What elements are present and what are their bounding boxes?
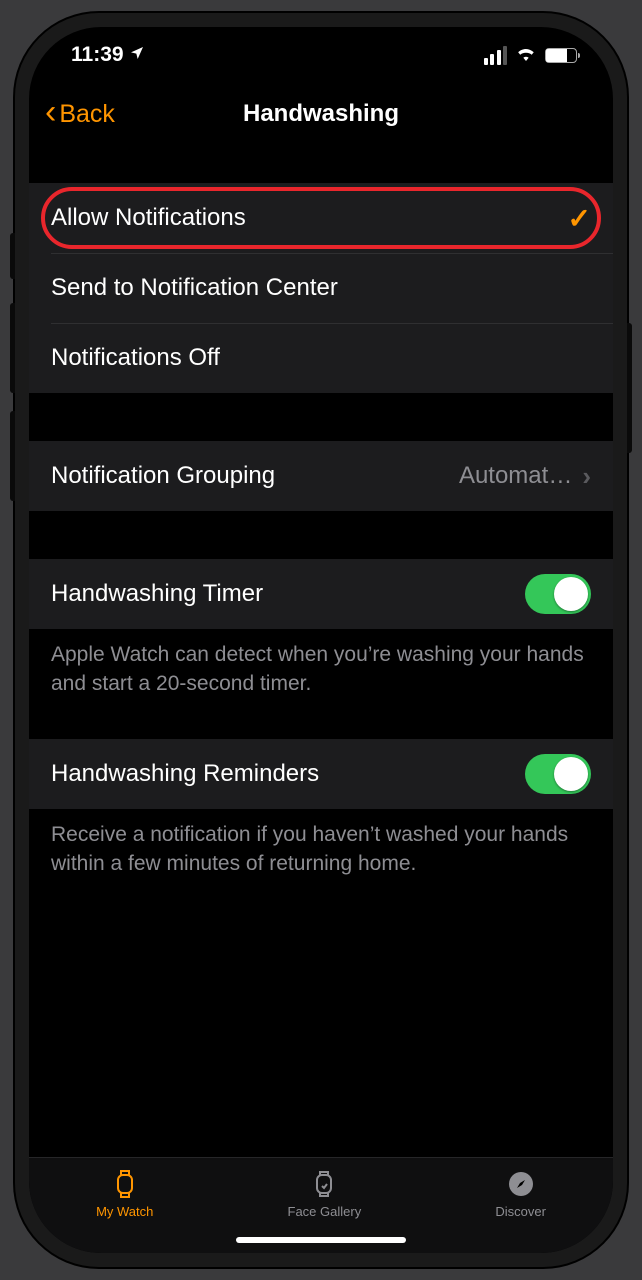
tab-label: My Watch xyxy=(96,1204,153,1219)
handwashing-timer-group: Handwashing Timer xyxy=(29,559,613,629)
page-title: Handwashing xyxy=(243,100,399,128)
toggle-switch[interactable] xyxy=(525,574,591,614)
handwashing-reminders-footer: Receive a notification if you haven’t wa… xyxy=(29,809,613,879)
notification-options-group: Allow Notifications ✓ Send to Notificati… xyxy=(29,183,613,393)
cellular-signal-icon xyxy=(484,46,508,65)
toggle-switch[interactable] xyxy=(525,754,591,794)
handwashing-reminders-group: Handwashing Reminders xyxy=(29,739,613,809)
checkmark-icon: ✓ xyxy=(568,202,591,235)
notification-grouping-cell[interactable]: Notification Grouping Automat… › xyxy=(29,441,613,511)
tab-my-watch[interactable]: My Watch xyxy=(96,1168,153,1219)
option-label: Notifications Off xyxy=(51,344,220,372)
watch-icon xyxy=(113,1168,137,1200)
location-icon xyxy=(129,43,145,67)
back-label: Back xyxy=(59,100,115,129)
content-area: Allow Notifications ✓ Send to Notificati… xyxy=(29,145,613,879)
handwashing-timer-cell[interactable]: Handwashing Timer xyxy=(29,559,613,629)
compass-icon xyxy=(507,1168,535,1200)
cell-label: Handwashing Reminders xyxy=(51,760,319,788)
option-allow-notifications[interactable]: Allow Notifications ✓ xyxy=(29,183,613,253)
tab-discover[interactable]: Discover xyxy=(495,1168,546,1219)
notch xyxy=(195,27,447,65)
back-button[interactable]: ‹ Back xyxy=(45,97,115,131)
option-label: Send to Notification Center xyxy=(51,274,338,302)
device-frame: 11:39 ‹ Back Handwashing xyxy=(15,13,627,1267)
tab-label: Discover xyxy=(495,1204,546,1219)
tab-label: Face Gallery xyxy=(288,1204,362,1219)
nav-bar: ‹ Back Handwashing xyxy=(29,83,613,145)
cell-value: Automat… xyxy=(447,462,572,490)
chevron-left-icon: ‹ xyxy=(45,95,56,129)
battery-icon xyxy=(545,48,577,63)
cell-label: Handwashing Timer xyxy=(51,580,263,608)
option-notifications-off[interactable]: Notifications Off xyxy=(29,323,613,393)
option-send-to-notification-center[interactable]: Send to Notification Center xyxy=(29,253,613,323)
option-label: Allow Notifications xyxy=(51,204,246,232)
home-indicator[interactable] xyxy=(236,1237,406,1243)
chevron-right-icon: › xyxy=(582,461,591,492)
status-time: 11:39 xyxy=(71,43,124,67)
face-gallery-icon xyxy=(312,1168,336,1200)
tab-face-gallery[interactable]: Face Gallery xyxy=(288,1168,362,1219)
handwashing-reminders-cell[interactable]: Handwashing Reminders xyxy=(29,739,613,809)
wifi-icon xyxy=(515,43,537,67)
cell-label: Notification Grouping xyxy=(51,462,275,490)
screen: 11:39 ‹ Back Handwashing xyxy=(29,27,613,1253)
handwashing-timer-footer: Apple Watch can detect when you’re washi… xyxy=(29,629,613,699)
notification-grouping-group: Notification Grouping Automat… › xyxy=(29,441,613,511)
side-button xyxy=(627,323,632,453)
